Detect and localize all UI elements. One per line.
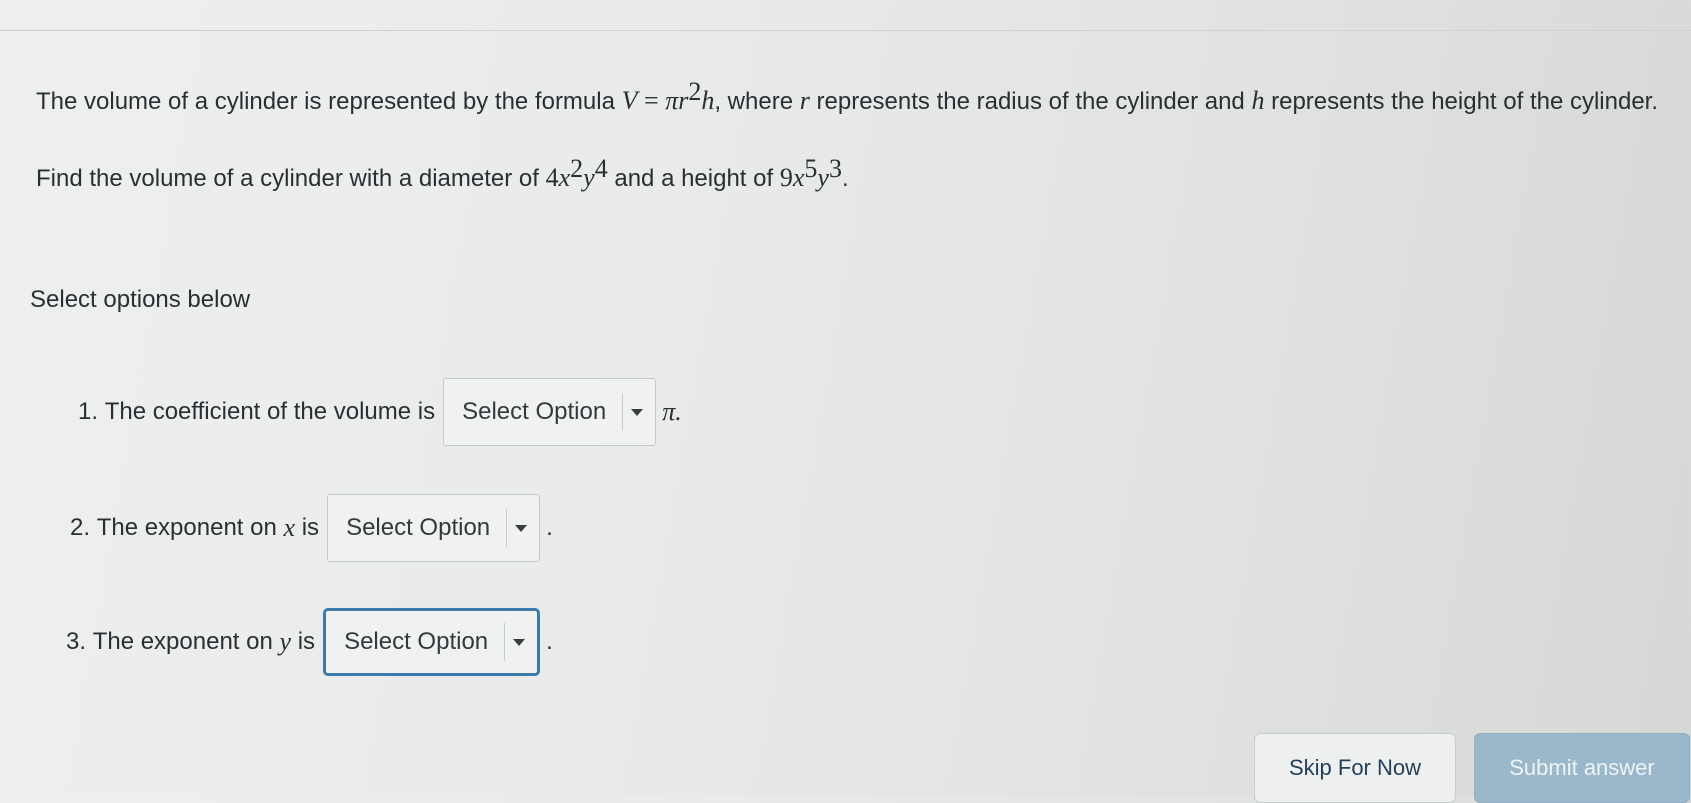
item-suffix: . — [546, 514, 553, 541]
var-r: r — [799, 86, 810, 115]
diameter-x: x — [558, 163, 571, 192]
intro-text-b: , where — [714, 88, 794, 115]
diameter-coefficient: 4 — [545, 163, 559, 192]
select-placeholder: Select Option — [344, 628, 489, 655]
caret-down-icon — [515, 524, 528, 532]
select-placeholder: Select Option — [346, 514, 491, 541]
item-text-is: is — [297, 628, 316, 655]
diameter-x-exponent: 2 — [570, 154, 584, 183]
select-placeholder: Select Option — [462, 398, 607, 425]
submit-answer-button[interactable]: Submit answer — [1474, 733, 1690, 803]
height-x: x — [792, 163, 805, 192]
select-options-label: Select options below — [30, 286, 251, 313]
exponent-y-select[interactable]: Select Option — [323, 608, 541, 676]
top-divider — [0, 30, 1691, 31]
item-var-y: y — [279, 627, 292, 656]
question-intro: The volume of a cylinder is represented … — [36, 79, 1666, 119]
formula-equals: = — [637, 86, 666, 115]
caret-down-icon — [513, 638, 526, 646]
intro-text-a: The volume of a cylinder is represented … — [36, 88, 615, 115]
item-number: 1. — [78, 398, 99, 425]
skip-for-now-button[interactable]: Skip For Now — [1254, 733, 1456, 803]
item-number: 3. — [66, 628, 87, 655]
height-coefficient: 9 — [779, 163, 793, 192]
caret-down-icon — [631, 408, 644, 416]
formula-h: h — [701, 86, 715, 115]
height-y: y — [817, 163, 829, 192]
formula-r: r — [678, 86, 689, 115]
task-text-b: and a height of — [614, 165, 774, 192]
item-exponent-x: 2. The exponent on x is Select Option . — [70, 494, 553, 562]
formula-v: V — [621, 86, 638, 115]
item-text: The exponent on — [92, 628, 273, 655]
item-text-is: is — [301, 514, 320, 541]
coefficient-select[interactable]: Select Option — [443, 378, 657, 446]
height-x-exponent: 5 — [804, 154, 818, 183]
item-var-x: x — [283, 513, 296, 542]
diameter-y: y — [583, 163, 595, 192]
task-period: . — [841, 165, 849, 192]
item-exponent-y: 3. The exponent on y is Select Option . — [66, 608, 553, 676]
exponent-x-select[interactable]: Select Option — [327, 494, 541, 562]
var-h: h — [1251, 86, 1265, 115]
height-y-exponent: 3 — [828, 154, 842, 183]
task-text-a: Find the volume of a cylinder with a dia… — [36, 165, 539, 192]
item-coefficient: 1. The coefficient of the volume is Sele… — [78, 378, 682, 446]
dropdown-toggle[interactable] — [506, 509, 528, 547]
item-text: The exponent on — [96, 514, 277, 541]
item-suffix-pi: π. — [662, 397, 682, 426]
diameter-y-exponent: 4 — [594, 154, 608, 183]
formula-exponent: 2 — [688, 77, 702, 106]
question-content: The volume of a cylinder is represented … — [30, 79, 1666, 676]
dropdown-toggle[interactable] — [504, 623, 526, 661]
intro-text-c: represents the radius of the cylinder an… — [816, 88, 1245, 115]
item-number: 2. — [70, 514, 91, 541]
item-suffix: . — [546, 628, 553, 655]
formula-pi: π — [665, 86, 679, 115]
question-task: Find the volume of a cylinder with a dia… — [36, 156, 1666, 196]
dropdown-toggle[interactable] — [622, 393, 644, 431]
intro-text-d: represents the height of the cylinder. — [1271, 88, 1659, 115]
item-text: The coefficient of the volume is — [104, 398, 436, 425]
